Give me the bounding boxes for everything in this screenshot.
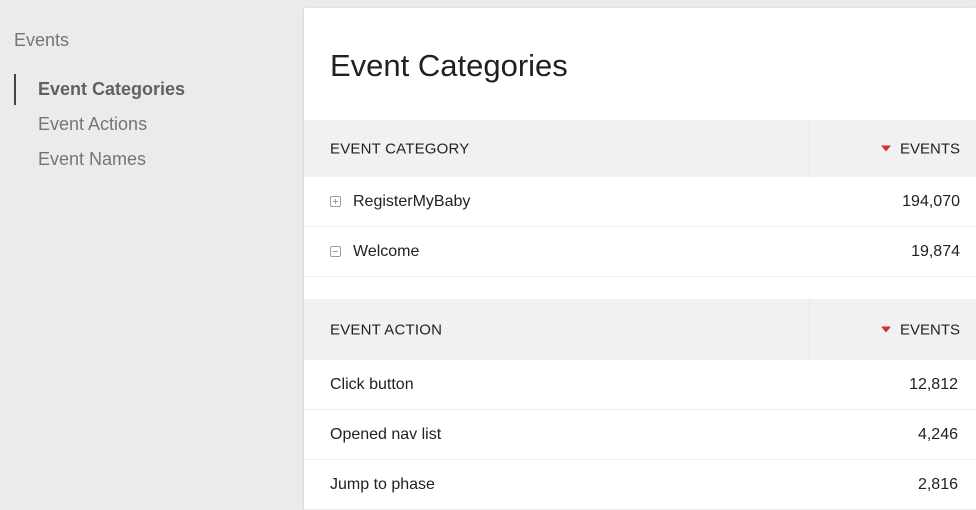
- sidebar-list: Event Categories Event Actions Event Nam…: [14, 72, 294, 177]
- row-value: 194,070: [902, 192, 960, 210]
- expand-plus-icon[interactable]: [330, 196, 341, 207]
- column-divider: [809, 299, 810, 360]
- row-label: Opened nav list: [330, 425, 442, 443]
- sidebar-title: Events: [14, 30, 70, 50]
- row-value: 12,812: [909, 375, 958, 393]
- sidebar-item-event-actions[interactable]: Event Actions: [14, 107, 294, 142]
- row-label-cell: Welcome: [330, 243, 419, 261]
- row-value: 4,246: [917, 425, 958, 443]
- table-row[interactable]: Click button 12,812: [304, 360, 976, 410]
- event-action-table: EVENT ACTION EVENTS Click button 12,812 …: [304, 299, 976, 510]
- sort-descending-icon: [880, 326, 891, 333]
- section-divider: [304, 278, 976, 300]
- report-card: Event Categories EVENT CATEGORY EVENTS R…: [304, 8, 976, 510]
- table-row[interactable]: Welcome 19,874: [304, 227, 976, 277]
- event-category-table: EVENT CATEGORY EVENTS RegisterMyBaby 194…: [304, 120, 976, 277]
- table-row[interactable]: RegisterMyBaby 194,070: [304, 177, 976, 227]
- sidebar-item-event-categories[interactable]: Event Categories: [14, 72, 294, 107]
- sort-descending-icon: [880, 145, 891, 152]
- row-value: 2,816: [917, 475, 958, 493]
- row-value: 19,874: [911, 242, 960, 260]
- row-label: Welcome: [353, 242, 420, 260]
- column-header-event-action[interactable]: EVENT ACTION: [330, 321, 442, 338]
- table-header: EVENT CATEGORY EVENTS: [304, 120, 976, 177]
- column-header-events[interactable]: EVENTS: [880, 140, 960, 157]
- row-label-cell: RegisterMyBaby: [330, 193, 470, 211]
- row-label: Click button: [330, 375, 414, 393]
- row-label: Jump to phase: [330, 475, 435, 493]
- page-title: Event Categories: [330, 48, 568, 83]
- table-row[interactable]: Jump to phase 2,816: [304, 460, 976, 510]
- column-divider: [809, 120, 810, 177]
- column-header-events-label: EVENTS: [899, 321, 960, 338]
- sidebar-item-event-names[interactable]: Event Names: [14, 142, 294, 177]
- table-row[interactable]: Opened nav list 4,246: [304, 410, 976, 460]
- table-header: EVENT ACTION EVENTS: [304, 299, 976, 360]
- column-header-events-label: EVENTS: [899, 140, 960, 157]
- collapse-minus-icon[interactable]: [330, 246, 341, 257]
- column-header-events[interactable]: EVENTS: [880, 321, 960, 338]
- sidebar: Events Event Categories Event Actions Ev…: [0, 0, 304, 510]
- row-label: RegisterMyBaby: [353, 192, 471, 210]
- column-header-event-category[interactable]: EVENT CATEGORY: [330, 140, 470, 157]
